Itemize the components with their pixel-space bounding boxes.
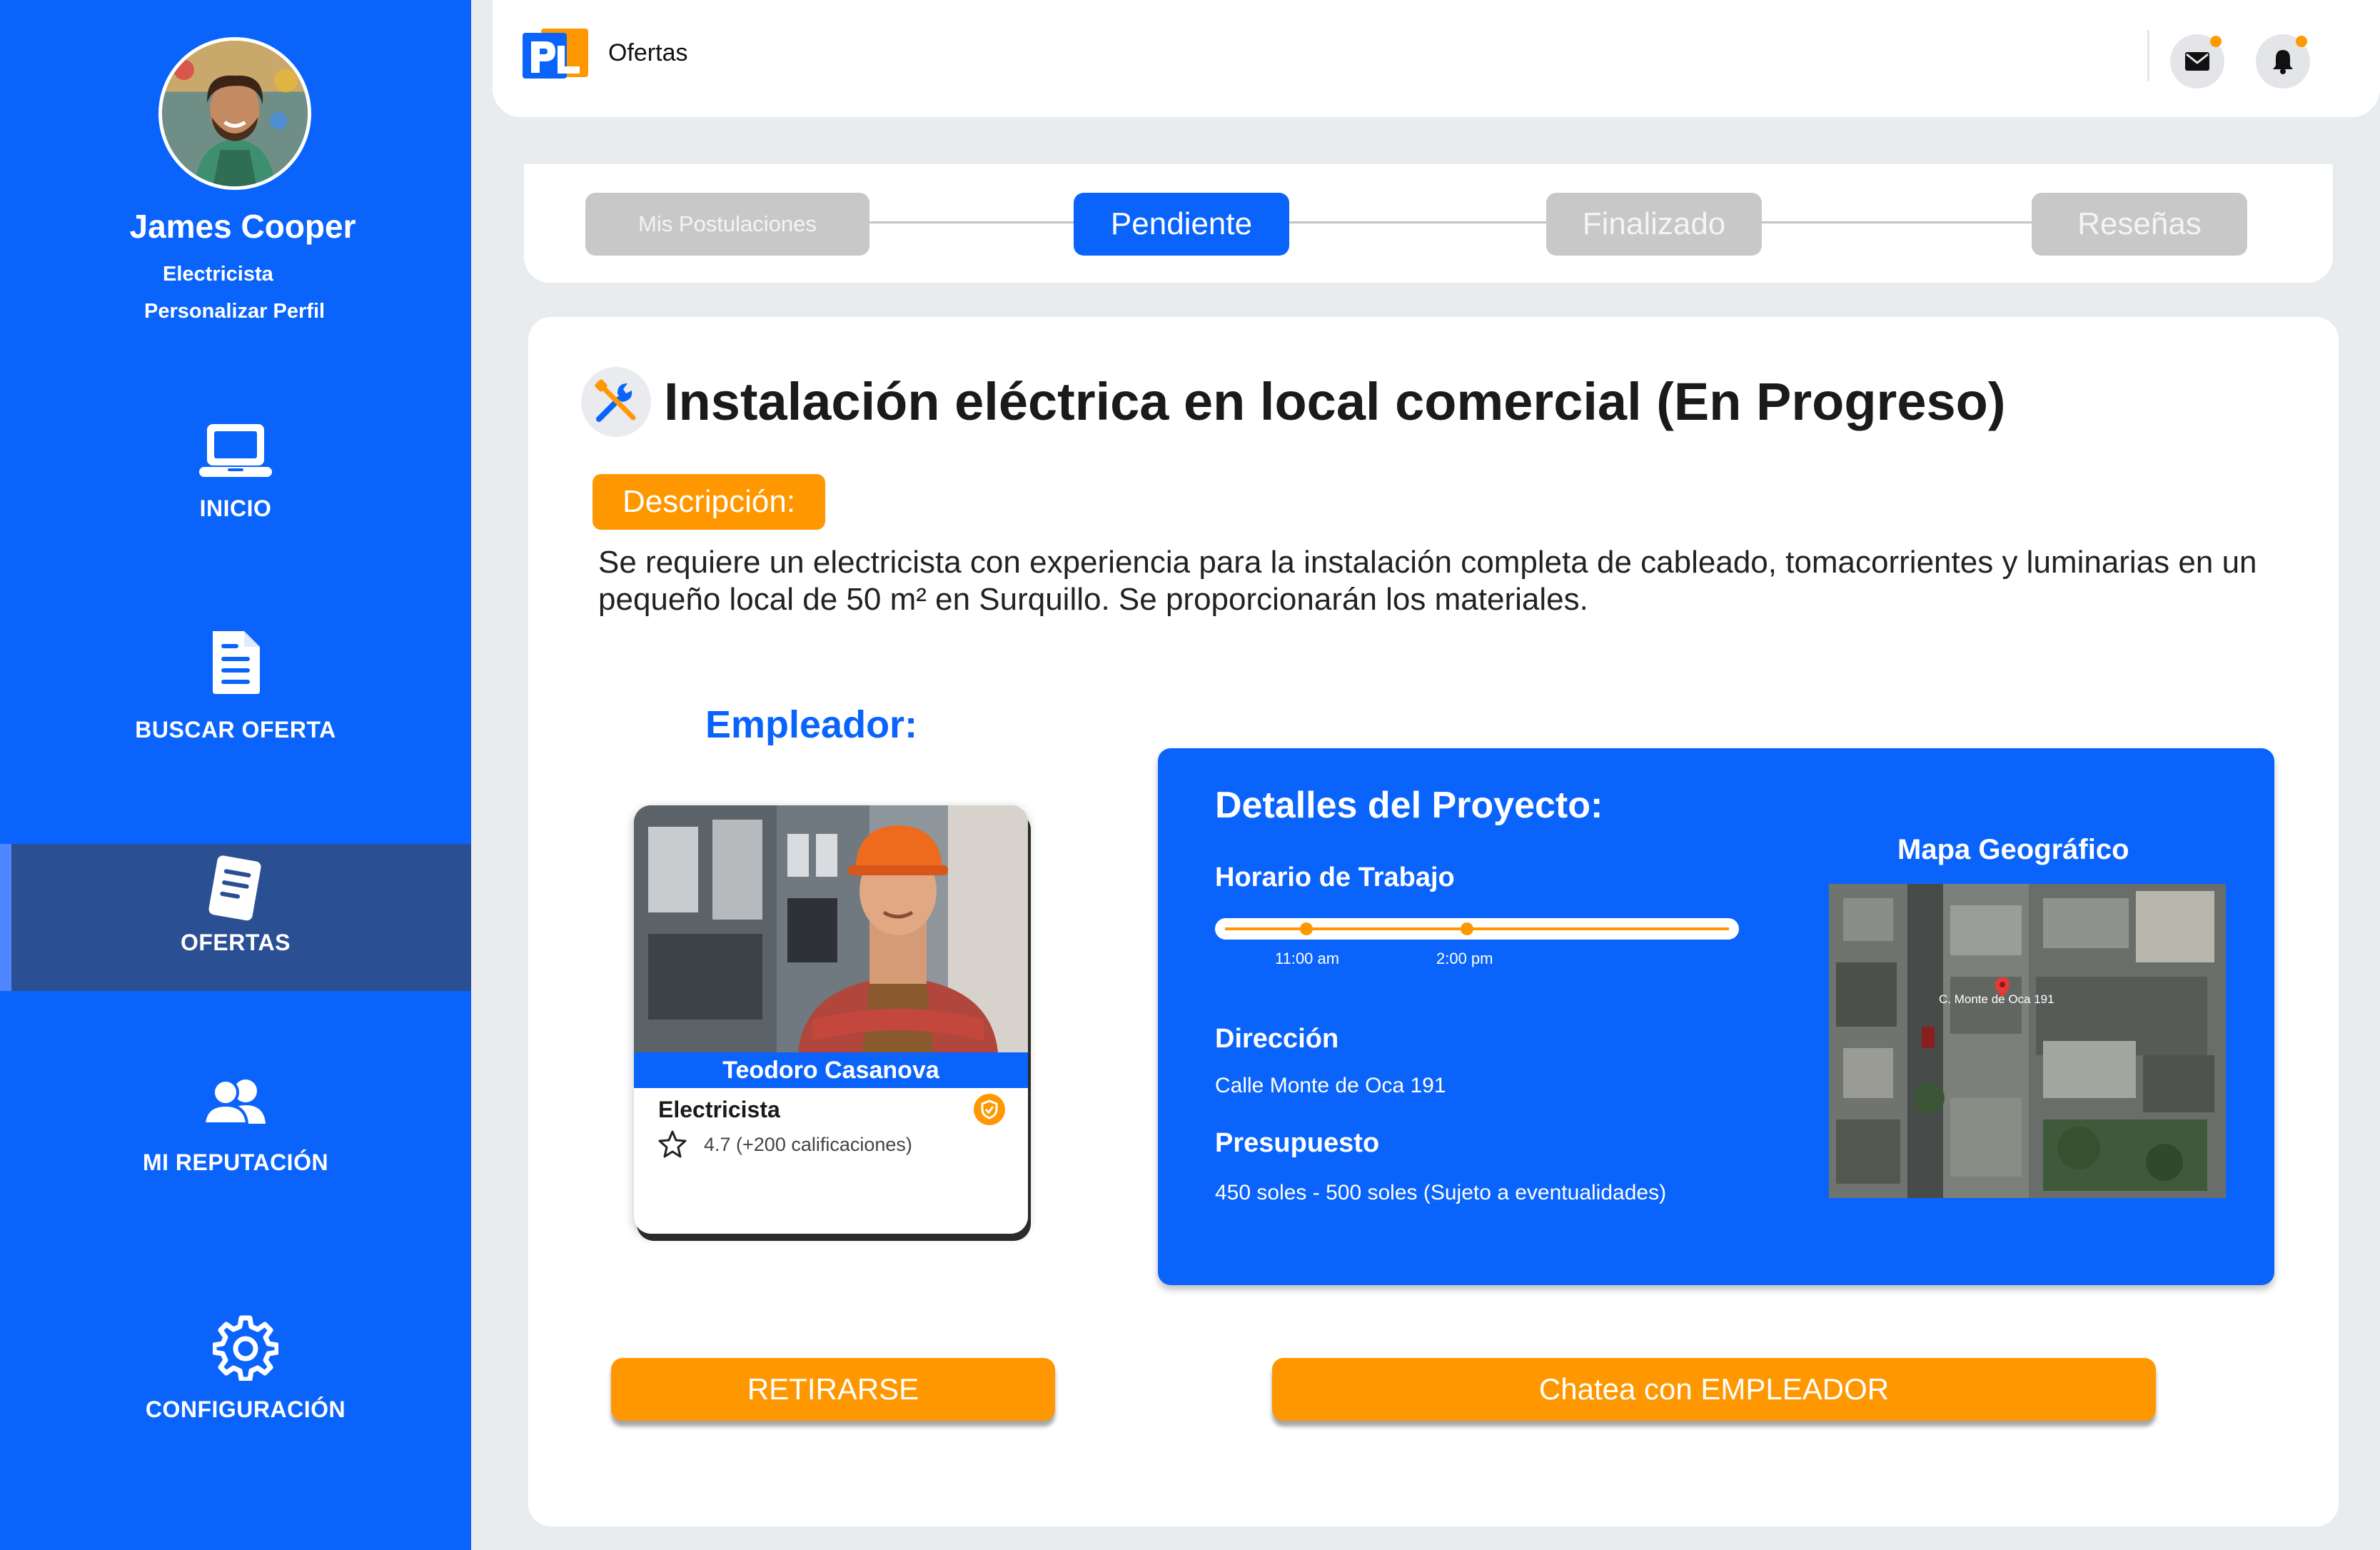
location-map[interactable]: C. Monte de Oca 191: [1829, 884, 2226, 1198]
nav-item-buscar-oferta[interactable]: BUSCAR OFERTA: [0, 628, 471, 750]
divider: [2147, 30, 2149, 81]
nav-label: CONFIGURACIÓN: [145, 1396, 346, 1422]
notification-dot: [2296, 36, 2307, 47]
start-time-handle[interactable]: [1300, 922, 1313, 935]
app-logo[interactable]: [521, 27, 590, 80]
laptop-icon: [199, 424, 272, 477]
schedule-slider[interactable]: [1215, 918, 1739, 940]
user-avatar[interactable]: [158, 37, 311, 190]
verified-icon: [974, 1094, 1005, 1125]
employer-role: Electricista: [658, 1097, 780, 1122]
notifications-button[interactable]: [2256, 34, 2310, 89]
budget-label: Presupuesto: [1215, 1128, 1380, 1158]
details-title: Detalles del Proyecto:: [1215, 785, 1603, 826]
job-detail-card: Instalación eléctrica en local comercial…: [528, 317, 2339, 1526]
nav-label: BUSCAR OFERTA: [135, 717, 336, 743]
map-pin-label: C. Monte de Oca 191: [1939, 992, 2054, 1006]
gear-icon: [213, 1315, 278, 1381]
bell-icon: [2273, 50, 2293, 74]
start-time-label: 11:00 am: [1275, 950, 1340, 967]
users-icon: [203, 1079, 266, 1125]
satellite-map: [1829, 884, 2226, 1198]
address-label: Dirección: [1215, 1024, 1339, 1054]
user-name: James Cooper: [129, 208, 356, 245]
page-title: Ofertas: [608, 39, 688, 66]
top-bar: Ofertas: [493, 0, 2380, 117]
nav-label: OFERTAS: [180, 930, 291, 955]
description-label: Descripción:: [593, 474, 825, 530]
title-icon-wrap: [581, 367, 651, 437]
chat-employer-button[interactable]: Chatea con EMPLEADOR: [1272, 1358, 2156, 1421]
budget-value: 450 soles - 500 soles (Sujeto a eventual…: [1215, 1181, 1667, 1204]
end-time-handle[interactable]: [1461, 922, 1473, 935]
tab-resenas[interactable]: Reseñas: [2032, 193, 2247, 256]
nav-item-inicio[interactable]: INICIO: [0, 421, 471, 543]
customize-profile-link[interactable]: Personalizar Perfil: [144, 300, 325, 323]
employer-heading: Empleador:: [705, 703, 918, 746]
tools-icon: [595, 379, 636, 422]
job-title: Instalación eléctrica en local comercial…: [664, 372, 2006, 431]
job-description: Se requiere un electricista con experien…: [598, 545, 2257, 617]
end-time-label: 2:00 pm: [1436, 950, 1493, 967]
nav-item-configuracion[interactable]: CONFIGURACIÓN: [10, 1315, 481, 1436]
user-role: Electricista: [163, 263, 273, 286]
star-icon: [658, 1130, 687, 1158]
employer-name: Teodoro Casanova: [634, 1052, 1028, 1088]
tab-mis-postulaciones[interactable]: Mis Postulaciones: [585, 193, 869, 256]
employer-card[interactable]: Teodoro Casanova Electricista 4.7 (+200 …: [634, 805, 1028, 1234]
project-details: Detalles del Proyecto: Horario de Trabaj…: [1158, 748, 2274, 1285]
address-value: Calle Monte de Oca 191: [1215, 1074, 1446, 1097]
offers-icon: [208, 855, 261, 921]
user-photo: [162, 41, 308, 186]
withdraw-button[interactable]: RETIRARSE: [611, 1358, 1055, 1421]
employer-photo: [634, 805, 1028, 1052]
status-tabs: Mis Postulaciones Pendiente Finalizado R…: [524, 164, 2333, 283]
nav-label: INICIO: [199, 495, 272, 521]
document-icon: [213, 631, 260, 694]
tab-pendiente[interactable]: Pendiente: [1074, 193, 1289, 256]
notification-dot: [2210, 36, 2222, 47]
nav-item-ofertas[interactable]: OFERTAS: [0, 844, 471, 991]
schedule-label: Horario de Trabajo: [1215, 862, 1455, 892]
map-title: Mapa Geográfico: [1897, 834, 2129, 865]
sidebar: James Cooper Electricista Personalizar P…: [0, 0, 471, 1550]
nav-item-mi-reputacion[interactable]: MI REPUTACIÓN: [0, 1078, 471, 1199]
employer-rating: 4.7 (+200 calificaciones): [704, 1134, 912, 1155]
mail-icon: [2185, 52, 2209, 71]
nav-label: MI REPUTACIÓN: [142, 1149, 329, 1175]
tab-finalizado[interactable]: Finalizado: [1546, 193, 1762, 256]
messages-button[interactable]: [2170, 34, 2224, 89]
